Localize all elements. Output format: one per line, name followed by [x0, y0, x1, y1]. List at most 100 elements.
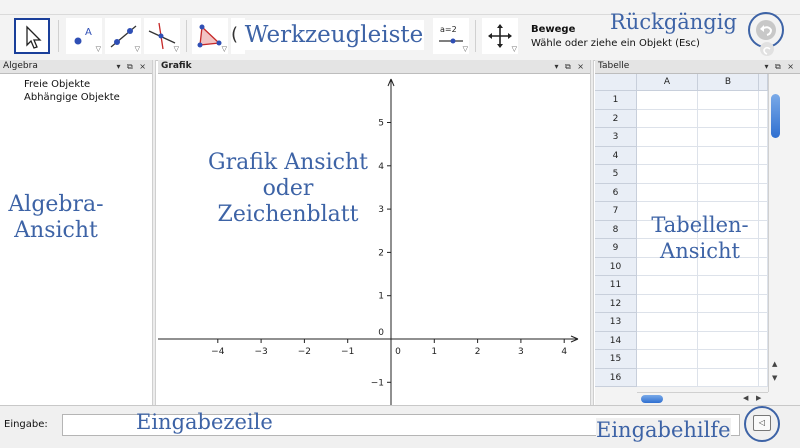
spreadsheet-cell[interactable] [759, 257, 768, 276]
spreadsheet-cell[interactable] [637, 109, 698, 128]
spreadsheet-cell[interactable] [759, 239, 768, 258]
spreadsheet-cell[interactable] [698, 91, 759, 110]
tool-dropdown-indicator: ▽ [511, 45, 517, 53]
annotation-undo: Rückgängig [610, 10, 737, 34]
horizontal-scrollbar-thumb[interactable] [641, 395, 663, 403]
scroll-left-arrow-icon[interactable]: ◀ [743, 394, 748, 402]
row-header-9[interactable]: 9 [595, 239, 637, 258]
perpendicular-tool-button[interactable]: ▽ [144, 18, 180, 54]
row-header-5[interactable]: 5 [595, 165, 637, 184]
line-tool-button[interactable]: ▽ [105, 18, 141, 54]
spreadsheet-cell[interactable] [698, 128, 759, 147]
scroll-down-arrow-icon[interactable]: ▼ [772, 374, 777, 382]
spreadsheet-cell[interactable] [698, 294, 759, 313]
polygon-tool-button[interactable]: ▽ [192, 18, 228, 54]
spreadsheet-cell[interactable] [759, 109, 768, 128]
spreadsheet-cell[interactable] [759, 294, 768, 313]
tool-dropdown-indicator: ▽ [173, 45, 179, 53]
spreadsheet-cell[interactable] [698, 368, 759, 387]
spreadsheet-cell[interactable] [759, 165, 768, 184]
row-header-13[interactable]: 13 [595, 313, 637, 332]
row-header-12[interactable]: 12 [595, 294, 637, 313]
algebra-panel-title: Algebra [3, 61, 38, 71]
splitter-left[interactable] [152, 60, 156, 405]
column-header-a[interactable]: A [637, 74, 698, 91]
row-header-10[interactable]: 10 [595, 257, 637, 276]
annotation-graphics-view: Grafik Ansicht oder Zeichenblatt [198, 150, 378, 228]
spreadsheet-cell[interactable] [637, 313, 698, 332]
spreadsheet-cell[interactable] [637, 294, 698, 313]
column-header-b[interactable]: B [698, 74, 759, 91]
row-header-1[interactable]: 1 [595, 91, 637, 110]
spreadsheet-cell[interactable] [637, 146, 698, 165]
algebra-dependent-objects[interactable]: Abhängige Objekte [24, 92, 120, 103]
spreadsheet-cell[interactable] [637, 350, 698, 369]
row-header-11[interactable]: 11 [595, 276, 637, 295]
spreadsheet-cell[interactable] [759, 313, 768, 332]
spreadsheet-cell[interactable] [698, 276, 759, 295]
spreadsheet-cell[interactable] [637, 331, 698, 350]
spreadsheet-cell[interactable] [698, 350, 759, 369]
undo-icon [760, 25, 773, 36]
spreadsheet-cell[interactable] [637, 91, 698, 110]
graphics-view[interactable]: −4 −3 −2 −1 0 1 2 3 4 5 4 3 2 1 0 −1 Grafik Ansicht ode… [158, 74, 590, 405]
spreadsheet-cell[interactable] [759, 331, 768, 350]
spreadsheet-cell[interactable] [759, 183, 768, 202]
spreadsheet-cell[interactable] [759, 368, 768, 387]
annotation-graphics-line3: Zeichenblatt [217, 202, 359, 227]
spreadsheet-cell[interactable] [637, 276, 698, 295]
row-header-4[interactable]: 4 [595, 146, 637, 165]
algebra-panel-header: Algebra ▾ ⧉ × [0, 60, 152, 74]
y-tick-label: −1 [371, 378, 384, 388]
spreadsheet-cell[interactable] [698, 165, 759, 184]
row-header-3[interactable]: 3 [595, 128, 637, 147]
spreadsheet-vertical-scrollbar[interactable]: ▲ ▼ [768, 74, 783, 392]
spreadsheet-cell[interactable] [759, 202, 768, 221]
spreadsheet-cell[interactable] [698, 146, 759, 165]
algebra-view[interactable]: Freie Objekte Abhängige Objekte Algebra-… [0, 74, 152, 405]
spreadsheet-cell[interactable] [698, 331, 759, 350]
spreadsheet-cell[interactable] [637, 183, 698, 202]
scroll-up-arrow-icon[interactable]: ▲ [772, 360, 777, 368]
spreadsheet-panel-controls[interactable]: ▾ ⧉ × [764, 60, 796, 73]
spreadsheet-cell[interactable] [637, 368, 698, 387]
spreadsheet-cell[interactable] [698, 109, 759, 128]
spreadsheet-cell[interactable] [759, 146, 768, 165]
scroll-right-arrow-icon[interactable]: ▶ [756, 394, 761, 402]
circle-tool-button-partial[interactable]: ( [231, 18, 245, 54]
spreadsheet-cell[interactable] [759, 350, 768, 369]
column-header-c-partial[interactable] [759, 74, 768, 91]
spreadsheet-cell[interactable] [759, 128, 768, 147]
input-help-button[interactable]: ◁ [753, 415, 771, 431]
spreadsheet-cell[interactable] [637, 128, 698, 147]
vertical-scrollbar-thumb[interactable] [771, 94, 780, 138]
point-tool-button[interactable]: A ▽ [66, 18, 102, 54]
spreadsheet-cell[interactable] [759, 220, 768, 239]
slider-tool-button[interactable]: a=2 ▽ [433, 18, 469, 54]
spreadsheet-cell[interactable] [637, 165, 698, 184]
row-header-6[interactable]: 6 [595, 183, 637, 202]
algebra-free-objects[interactable]: Freie Objekte [24, 79, 90, 90]
redo-button[interactable] [760, 42, 774, 56]
row-header-7[interactable]: 7 [595, 202, 637, 221]
spreadsheet-cell[interactable] [698, 183, 759, 202]
x-tick-label: 3 [518, 347, 524, 357]
row-header-14[interactable]: 14 [595, 331, 637, 350]
spreadsheet-cell[interactable] [698, 313, 759, 332]
spreadsheet-horizontal-scrollbar[interactable]: ◀ ▶ [637, 392, 768, 406]
splitter-right[interactable] [590, 60, 594, 405]
y-tick-label: 2 [378, 248, 384, 258]
graphics-canvas[interactable]: −4 −3 −2 −1 0 1 2 3 4 5 4 3 2 1 0 −1 [158, 74, 590, 405]
graphics-panel-controls[interactable]: ▾ ⧉ × [554, 60, 586, 73]
spreadsheet-cell[interactable] [759, 276, 768, 295]
move-view-tool-button[interactable]: ▽ [482, 18, 518, 54]
row-header-8[interactable]: 8 [595, 220, 637, 239]
undo-button[interactable] [756, 20, 776, 40]
spreadsheet-cell[interactable] [759, 91, 768, 110]
row-header-16[interactable]: 16 [595, 368, 637, 387]
row-header-2[interactable]: 2 [595, 109, 637, 128]
move-tool-button[interactable] [14, 18, 50, 54]
algebra-panel-controls[interactable]: ▾ ⧉ × [116, 60, 148, 73]
row-header-15[interactable]: 15 [595, 350, 637, 369]
active-tool-name: Bewege [531, 24, 576, 35]
